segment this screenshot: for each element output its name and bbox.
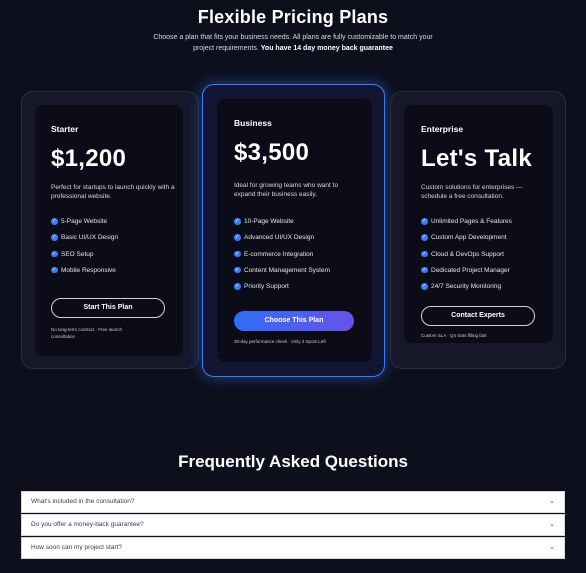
page-title: Flexible Pricing Plans xyxy=(197,7,389,27)
feature-item: ✓ E-commerce Integration xyxy=(234,250,330,267)
plan-card-business-inner: Business $3,500 Ideal for growing teams … xyxy=(217,99,372,362)
chevron-down-icon: ⌄ xyxy=(549,544,555,551)
feature-list: ✓ Unlimited Pages & Features ✓ Custom App … xyxy=(421,218,512,299)
feature-label: Advanced UI/UX Design xyxy=(244,234,315,242)
feature-item: ✓ 10-Page Website xyxy=(234,218,330,234)
feature-item: ✓ Priority Support xyxy=(234,283,330,299)
faq-title: Frequently Asked Questions xyxy=(178,452,408,471)
feature-item: ✓ Basic UI/UX Design xyxy=(51,234,118,250)
check-circle-icon: ✓ xyxy=(234,266,241,274)
feature-label: Content Management System xyxy=(244,266,330,274)
feature-item: ✓ SEO Setup xyxy=(51,250,118,267)
feature-label: 24/7 Security Monitoring xyxy=(431,283,502,291)
plan-name: Enterprise xyxy=(421,124,464,134)
check-circle-icon: ✓ xyxy=(421,234,428,241)
feature-label: 10-Page Website xyxy=(244,218,294,225)
check-circle-icon: ✓ xyxy=(51,234,58,241)
plan-note: No long-term contract · Free launch cons… xyxy=(51,327,123,339)
check-circle-icon: ✓ xyxy=(234,234,241,241)
plan-price: $3,500 xyxy=(234,139,310,166)
faq-question: How soon can my project start? xyxy=(31,544,123,551)
feature-label: 5-Page Website xyxy=(61,218,108,225)
plan-name: Starter xyxy=(51,124,79,134)
faq-question: What's included in the consultation? xyxy=(31,498,135,505)
feature-label: E-commerce Integration xyxy=(244,250,314,258)
faq-item[interactable]: Do you offer a money-back guarantee? ⌄ xyxy=(21,514,565,536)
plan-description: Perfect for startups to launch quickly w… xyxy=(51,184,175,200)
plan-card-starter-inner: Starter $1,200 Perfect for startups to l… xyxy=(35,105,183,356)
plan-price: Let's Talk xyxy=(421,145,532,172)
feature-item: ✓ Dedicated Project Manager xyxy=(421,266,512,283)
plan-description: Ideal for growing teams who want to expa… xyxy=(234,182,339,198)
check-circle-icon: ✓ xyxy=(421,250,428,258)
check-circle-icon: ✓ xyxy=(51,218,58,225)
plan-card-enterprise: Enterprise Let's Talk Custom solutions f… xyxy=(390,91,566,369)
feature-label: Dedicated Project Manager xyxy=(431,266,510,274)
feature-label: Cloud & DevOps Support xyxy=(431,250,504,258)
feature-item: ✓ 5-Page Website xyxy=(51,218,118,234)
choose-plan-button[interactable]: Choose This Plan xyxy=(234,311,354,331)
feature-list: ✓ 5-Page Website ✓ Basic UI/UX Design ✓ SEO… xyxy=(51,218,118,283)
check-circle-icon: ✓ xyxy=(51,250,58,258)
plan-description: Custom solutions for enterprises — sched… xyxy=(421,184,523,200)
check-circle-icon: ✓ xyxy=(421,218,428,225)
plan-card-starter: Starter $1,200 Perfect for startups to l… xyxy=(21,91,199,369)
feature-item: ✓ Advanced UI/UX Design xyxy=(234,234,330,250)
feature-label: Priority Support xyxy=(244,283,289,291)
feature-item: ✓ 24/7 Security Monitoring xyxy=(421,283,512,299)
check-circle-icon: ✓ xyxy=(421,283,428,290)
plan-card-enterprise-inner: Enterprise Let's Talk Custom solutions f… xyxy=(404,105,553,343)
faq-question: Do you offer a money-back guarantee? xyxy=(31,521,144,528)
feature-label: Unlimited Pages & Features xyxy=(431,218,512,225)
plan-price: $1,200 xyxy=(51,145,127,172)
feature-item: ✓ Custom App Development xyxy=(421,234,512,250)
guarantee-text: You have 14 day money back guarantee xyxy=(260,44,393,52)
check-circle-icon: ✓ xyxy=(234,218,241,225)
plan-note: 30-day performance check · Only 3 Spots … xyxy=(234,339,326,344)
faq-item[interactable]: How soon can my project start? ⌄ xyxy=(21,537,565,559)
feature-label: Custom App Development xyxy=(431,234,507,242)
feature-list: ✓ 10-Page Website ✓ Advanced UI/UX Design … xyxy=(234,218,330,299)
plan-card-business: Business $3,500 Ideal for growing teams … xyxy=(202,84,385,377)
check-circle-icon: ✓ xyxy=(234,250,241,258)
faq-item[interactable]: What's included in the consultation? ⌄ xyxy=(21,491,565,513)
feature-label: SEO Setup xyxy=(61,250,94,258)
plan-note: Custom SLA · Q4 slots filling fast xyxy=(421,333,487,338)
chevron-down-icon: ⌄ xyxy=(549,498,555,505)
check-circle-icon: ✓ xyxy=(51,266,58,274)
feature-item: ✓ Cloud & DevOps Support xyxy=(421,250,512,267)
feature-item: ✓ Mobile Responsive xyxy=(51,266,118,283)
chevron-down-icon: ⌄ xyxy=(549,521,555,528)
check-circle-icon: ✓ xyxy=(421,266,428,274)
feature-item: ✓ Unlimited Pages & Features xyxy=(421,218,512,234)
start-plan-button[interactable]: Start This Plan xyxy=(51,298,165,318)
plan-name: Business xyxy=(234,118,272,128)
feature-label: Mobile Responsive xyxy=(61,266,116,274)
feature-item: ✓ Content Management System xyxy=(234,266,330,283)
contact-experts-button[interactable]: Contact Experts xyxy=(421,306,535,326)
check-circle-icon: ✓ xyxy=(234,283,241,290)
page-subtitle: Choose a plan that fits your business ne… xyxy=(150,33,436,54)
feature-label: Basic UI/UX Design xyxy=(61,234,119,242)
